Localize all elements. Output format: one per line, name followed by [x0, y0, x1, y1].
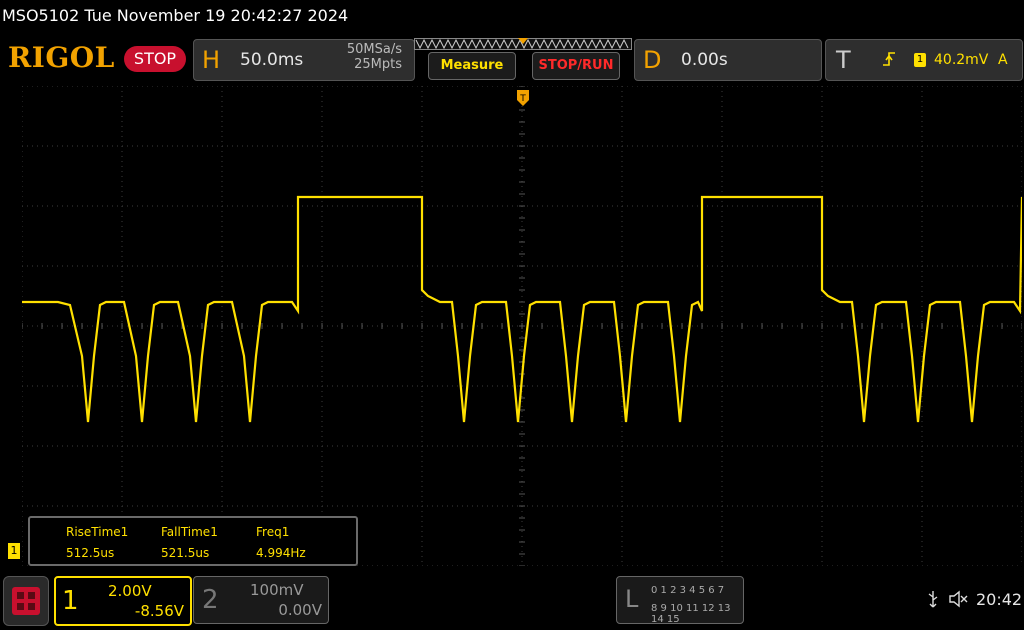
trigger-position-icon: T	[517, 90, 529, 106]
channel2-offset: 0.00V	[278, 601, 322, 619]
home-grid-icon	[12, 587, 40, 615]
acquisition-info: 50MSa/s 25Mpts	[332, 42, 402, 72]
measure-header-rise: RiseTime1	[66, 525, 129, 539]
delay-letter: D	[643, 46, 662, 74]
home-button[interactable]	[3, 576, 49, 626]
measurement-panel[interactable]: RiseTime1 FallTime1 Freq1 512.5us 521.5u…	[28, 516, 358, 566]
logic-channels-row1: 0 1 2 3 4 5 6 7	[651, 585, 725, 596]
title-bar: MSO5102 Tue November 19 20:42:27 2024	[0, 0, 1024, 34]
trigger-edge-icon	[883, 52, 895, 66]
horizontal-panel[interactable]: H 50.0ms 50MSa/s 25Mpts	[193, 39, 415, 81]
delay-panel[interactable]: D 0.00s	[634, 39, 822, 81]
run-state-badge[interactable]: STOP	[124, 46, 186, 72]
logic-letter: L	[625, 585, 639, 613]
title-text: MSO5102 Tue November 19 20:42:27 2024	[2, 6, 349, 25]
waveform-display[interactable]: T	[22, 86, 1022, 566]
timebase-value: 50.0ms	[240, 50, 304, 70]
logic-analyzer-panel[interactable]: L 0 1 2 3 4 5 6 7 8 9 10 11 12 13 14 15	[616, 576, 744, 625]
trigger-level: 40.2mV	[934, 52, 989, 68]
measure-value-fall: 521.5us	[161, 546, 210, 560]
status-icons	[928, 590, 968, 608]
channel2-number: 2	[202, 585, 219, 615]
channel2-panel[interactable]: 2 100mV 0.00V	[193, 576, 329, 624]
measure-value-rise: 512.5us	[66, 546, 115, 560]
logic-channels-row2: 8 9 10 11 12 13 14 15	[651, 603, 731, 625]
trigger-letter: T	[836, 46, 851, 74]
system-clock: 20:42	[976, 590, 1023, 609]
channel1-ground-marker[interactable]: 1	[8, 543, 20, 559]
channel1-panel[interactable]: 1 2.00V -8.56V	[54, 576, 192, 626]
horizontal-letter: H	[202, 46, 221, 74]
memory-position-bar	[414, 38, 632, 50]
channel2-scale: 100mV	[250, 581, 304, 599]
measure-header-freq: Freq1	[256, 525, 290, 539]
trigger-mode: A	[998, 52, 1008, 68]
channel1-trace	[22, 195, 1022, 423]
trigger-panel[interactable]: T 1 40.2mV A	[825, 39, 1023, 81]
speaker-muted-icon	[949, 590, 968, 608]
rigol-logo: RIGOL	[8, 41, 115, 74]
stop-run-button[interactable]: STOP/RUN	[532, 52, 620, 80]
sample-rate: 50MSa/s	[346, 42, 402, 57]
measure-button[interactable]: Measure	[428, 52, 516, 80]
trigger-source-badge: 1	[914, 53, 926, 67]
measure-header-fall: FallTime1	[161, 525, 218, 539]
svg-text:T: T	[519, 94, 526, 104]
channel1-offset: -8.56V	[134, 602, 184, 620]
channel1-scale: 2.00V	[108, 582, 152, 600]
measure-value-freq: 4.994Hz	[256, 546, 306, 560]
usb-icon	[928, 591, 938, 608]
delay-value: 0.00s	[681, 50, 728, 70]
channel1-number: 1	[62, 586, 79, 616]
memory-depth: 25Mpts	[354, 57, 402, 72]
